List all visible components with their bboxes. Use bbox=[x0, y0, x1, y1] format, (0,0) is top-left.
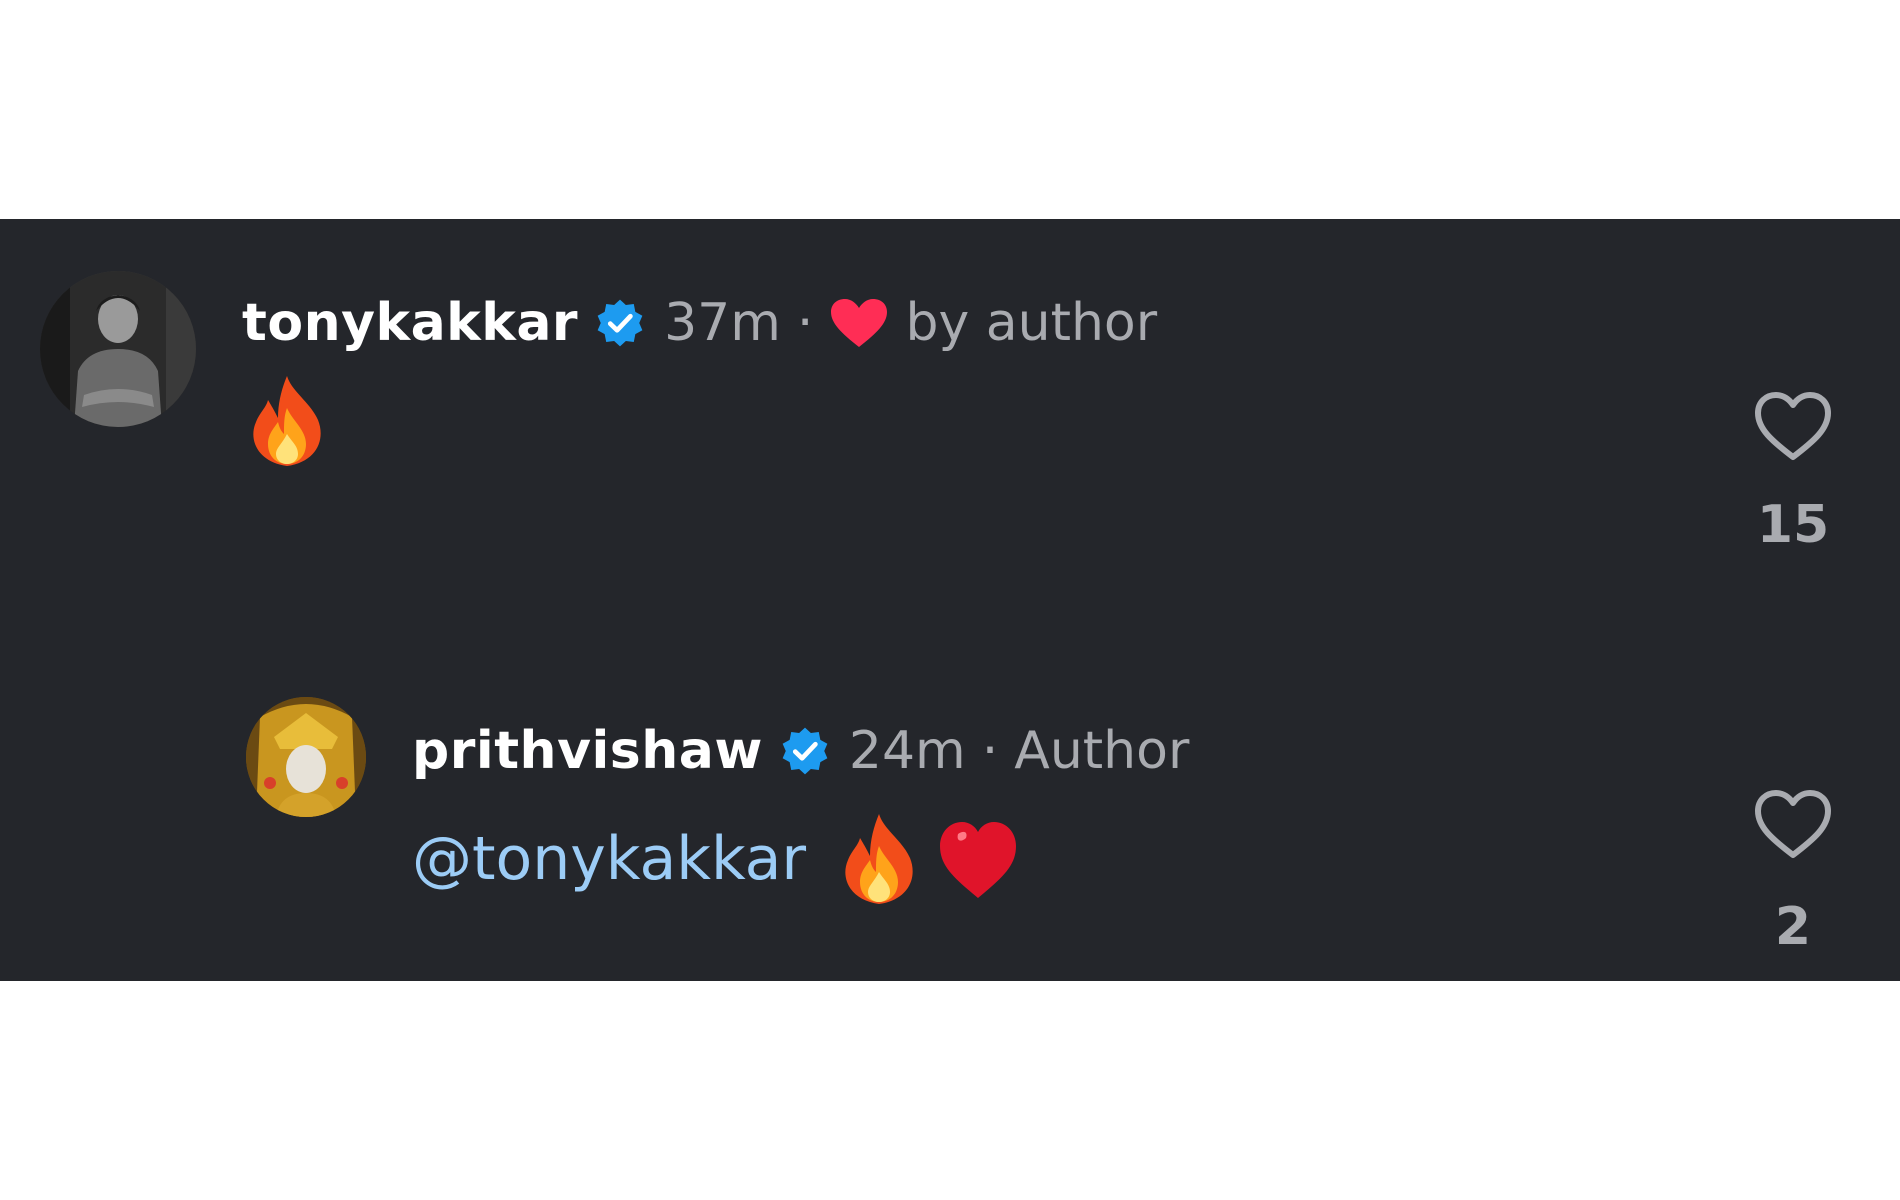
comment: tonykakkar 37m · by author 15 bbox=[0, 271, 1900, 601]
heart-outline-icon[interactable] bbox=[1752, 787, 1834, 861]
fire-emoji-icon bbox=[253, 376, 321, 466]
comment-header: prithvishaw 24m · Author bbox=[412, 719, 1189, 783]
liked-by-author-heart-icon bbox=[831, 299, 888, 347]
avatar[interactable] bbox=[40, 271, 196, 427]
author-role-label: Author bbox=[1014, 721, 1190, 781]
verified-badge-icon bbox=[597, 299, 643, 347]
golden-idol-avatar-icon bbox=[246, 697, 366, 817]
page: tonykakkar 37m · by author 15 prithvisha… bbox=[0, 0, 1900, 1200]
avatar[interactable] bbox=[246, 697, 366, 817]
comment-time: 37m bbox=[664, 293, 781, 353]
heart-outline-icon[interactable] bbox=[1752, 389, 1834, 463]
like-control: 2 bbox=[1752, 787, 1834, 957]
comments-panel: tonykakkar 37m · by author 15 prithvisha… bbox=[0, 219, 1900, 981]
comment-header: tonykakkar 37m · by author bbox=[242, 291, 1157, 355]
comment-body bbox=[248, 371, 326, 471]
reply-comment: prithvishaw 24m · Author @tonykakkar 2 bbox=[0, 697, 1900, 981]
like-count: 15 bbox=[1756, 495, 1830, 555]
separator-dot: · bbox=[796, 293, 814, 353]
liked-by-author-label: by author bbox=[905, 293, 1158, 353]
user-photo-avatar-icon bbox=[40, 271, 196, 427]
comment-body: @tonykakkar bbox=[412, 809, 1020, 909]
username[interactable]: tonykakkar bbox=[242, 293, 578, 353]
separator-dot: · bbox=[981, 721, 999, 781]
comment-time: 24m bbox=[848, 721, 966, 781]
fire-emoji-icon bbox=[845, 814, 913, 904]
username[interactable]: prithvishaw bbox=[412, 721, 763, 781]
red-heart-emoji-icon bbox=[940, 822, 1017, 898]
verified-badge-icon bbox=[782, 727, 828, 775]
like-control: 15 bbox=[1752, 389, 1834, 555]
like-count: 2 bbox=[1774, 897, 1812, 957]
mention-link[interactable]: @tonykakkar bbox=[412, 824, 806, 894]
